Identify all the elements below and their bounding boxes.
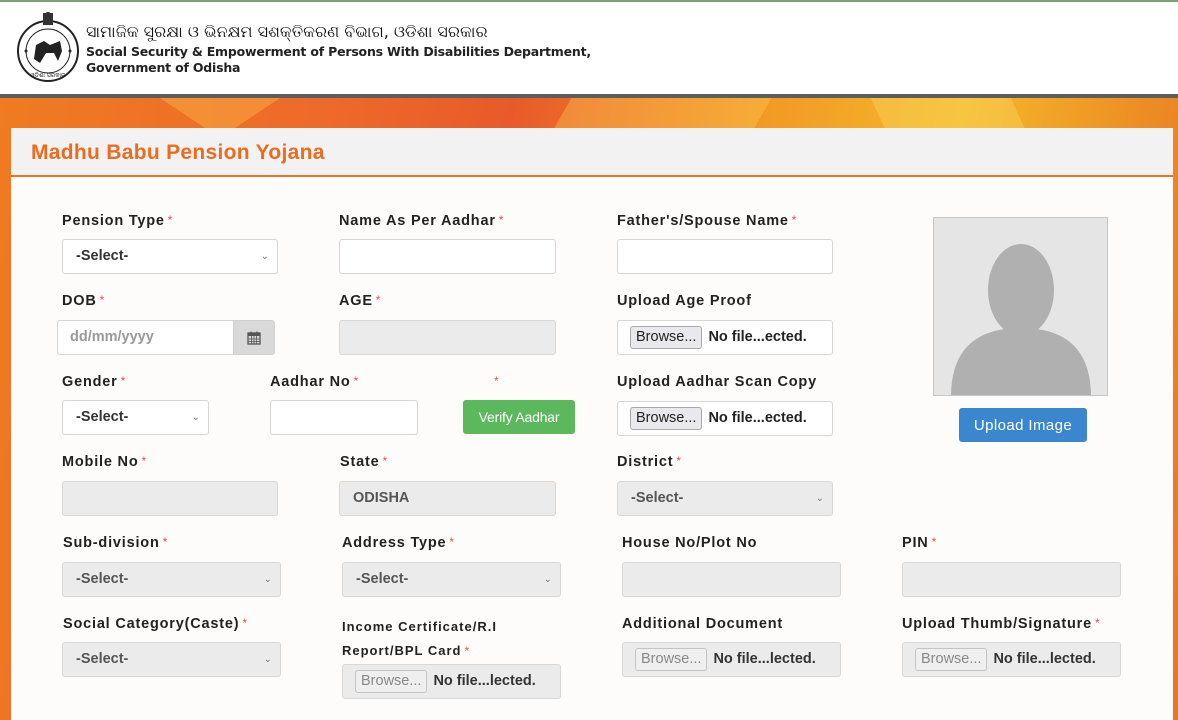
chevron-down-icon: ⌄ xyxy=(815,493,824,504)
gender-label: Gender * xyxy=(62,374,127,390)
government-name: Government of Odisha xyxy=(86,60,241,75)
browse-button[interactable]: Browse... xyxy=(630,326,703,349)
age-label: AGE * xyxy=(339,293,382,309)
upload-aadhar-scan-file-input[interactable]: Browse... No file...ected. xyxy=(617,401,833,436)
dob-label: DOB * xyxy=(62,293,106,309)
address-type-select[interactable]: -Select- ⌄ xyxy=(342,562,561,597)
house-no-label: House No/Plot No xyxy=(622,535,758,551)
chevron-down-icon: ⌄ xyxy=(191,412,200,423)
district-label: District * xyxy=(617,454,682,470)
father-spouse-name-input[interactable] xyxy=(617,239,833,274)
chevron-down-icon: ⌄ xyxy=(543,574,552,585)
additional-document-label: Additional Document xyxy=(622,616,783,632)
pension-type-select[interactable]: -Select- ⌄ xyxy=(62,239,278,274)
state-input: ODISHA xyxy=(339,481,556,516)
additional-document-file-input[interactable]: Browse... No file...lected. xyxy=(622,642,841,677)
chevron-down-icon: ⌄ xyxy=(260,251,269,262)
thumb-signature-label: Upload Thumb/Signature * xyxy=(902,616,1101,632)
department-name: ସାମାଜିକ ସୁରକ୍ଷା ଓ ଭିନକ୍ଷମ ସଶକ୍ତିକରଣ ବିଭା… xyxy=(86,20,591,76)
house-no-input xyxy=(622,562,841,597)
address-type-label: Address Type * xyxy=(342,535,455,551)
site-header: ଓଡ଼ିଶା ସରକାର ସାମାଜିକ ସୁରକ୍ଷା ଓ ଭିନକ୍ଷମ ସ… xyxy=(0,0,1178,94)
calendar-button[interactable] xyxy=(233,320,275,355)
user-silhouette-icon xyxy=(951,244,1091,395)
file-status: No file...ected. xyxy=(708,329,807,345)
browse-button[interactable]: Browse... xyxy=(635,648,708,671)
chevron-down-icon: ⌄ xyxy=(263,574,272,585)
form-title: Madhu Babu Pension Yojana xyxy=(31,141,325,164)
file-status: No file...lected. xyxy=(433,673,536,689)
social-category-select[interactable]: -Select- ⌄ xyxy=(62,642,281,677)
income-certificate-label: Income Certificate/R.I Report/BPL Card * xyxy=(342,619,497,658)
upload-aadhar-scan-label: Upload Aadhar Scan Copy xyxy=(617,374,817,390)
department-name-english: Social Security & Empowerment of Persons… xyxy=(86,44,591,59)
sub-division-label: Sub-division * xyxy=(63,535,169,551)
odisha-emblem-icon: ଓଡ଼ିଶା ସରକାର xyxy=(16,11,80,85)
district-select[interactable]: -Select- ⌄ xyxy=(617,481,833,516)
father-spouse-name-label: Father's/Spouse Name * xyxy=(617,213,798,229)
sub-division-select[interactable]: -Select- ⌄ xyxy=(62,562,281,597)
svg-text:ଓଡ଼ିଶା ସରକାର: ଓଡ଼ିଶା ସରକାର xyxy=(30,72,66,79)
upload-age-proof-label: Upload Age Proof xyxy=(617,293,752,309)
pension-type-label: Pension Type * xyxy=(62,213,174,229)
upload-age-proof-file-input[interactable]: Browse... No file...ected. xyxy=(617,320,833,355)
dob-date-picker[interactable]: dd/mm/yyyy xyxy=(57,320,275,355)
browse-button[interactable]: Browse... xyxy=(355,670,428,693)
thumb-signature-file-input[interactable]: Browse... No file...lected. xyxy=(902,642,1121,677)
pin-label: PIN * xyxy=(902,535,938,551)
required-marker: * xyxy=(494,374,499,388)
chevron-down-icon: ⌄ xyxy=(263,654,272,665)
mobile-no-input xyxy=(62,481,278,516)
social-category-label: Social Category(Caste) * xyxy=(63,616,248,632)
dob-input[interactable]: dd/mm/yyyy xyxy=(57,320,233,355)
name-as-per-aadhar-label: Name As Per Aadhar * xyxy=(339,213,505,229)
mobile-no-label: Mobile No * xyxy=(62,454,147,470)
applicant-photo xyxy=(933,217,1108,396)
pension-form-card: Madhu Babu Pension Yojana Pension Type * … xyxy=(11,128,1173,720)
state-label: State * xyxy=(340,454,388,470)
browse-button[interactable]: Browse... xyxy=(915,648,988,671)
verify-aadhar-button[interactable]: Verify Aadhar xyxy=(463,400,575,434)
upload-image-button[interactable]: Upload Image xyxy=(959,408,1087,442)
pin-input xyxy=(902,562,1121,597)
income-certificate-file-input[interactable]: Browse... No file...lected. xyxy=(342,664,561,699)
gender-select[interactable]: -Select- ⌄ xyxy=(62,400,209,435)
card-header: Madhu Babu Pension Yojana xyxy=(11,128,1173,177)
department-name-odia: ସାମାଜିକ ସୁରକ୍ଷା ଓ ଭିନକ୍ଷମ ସଶକ୍ତିକରଣ ବିଭା… xyxy=(86,22,488,41)
file-status: No file...lected. xyxy=(713,651,816,667)
browse-button[interactable]: Browse... xyxy=(630,407,703,430)
name-as-per-aadhar-input[interactable] xyxy=(339,239,556,274)
aadhar-no-label: Aadhar No * xyxy=(270,374,359,390)
aadhar-no-input[interactable] xyxy=(270,400,418,435)
calendar-icon xyxy=(247,331,261,345)
file-status: No file...lected. xyxy=(993,651,1096,667)
age-input xyxy=(339,320,556,355)
file-status: No file...ected. xyxy=(708,410,807,426)
